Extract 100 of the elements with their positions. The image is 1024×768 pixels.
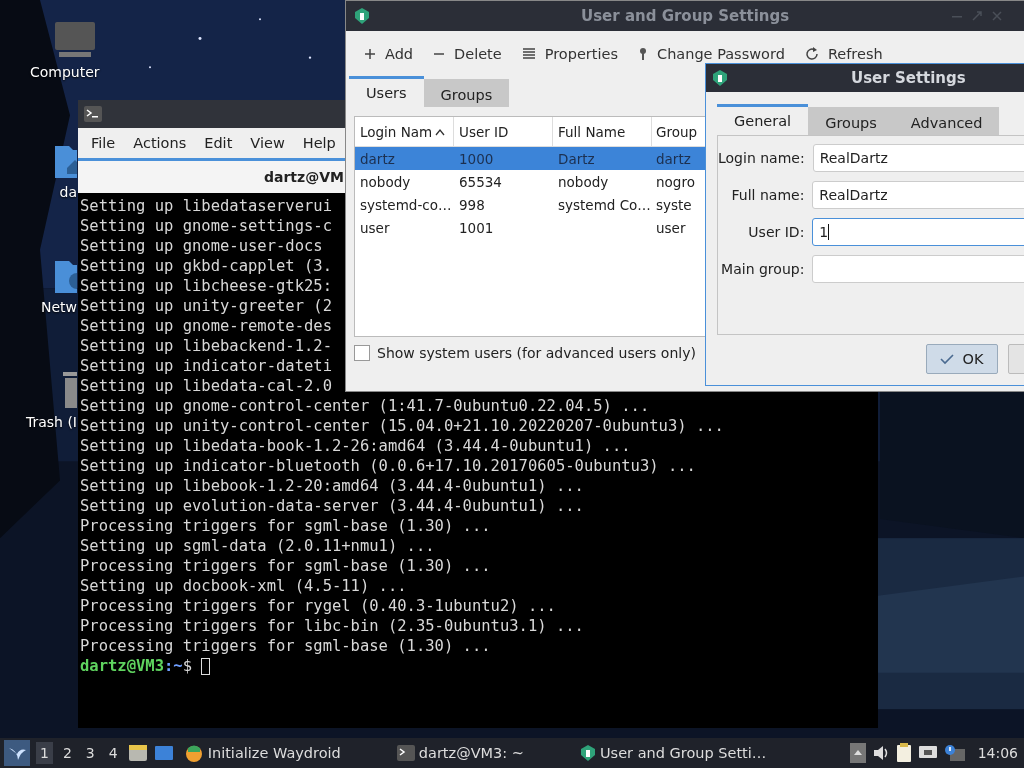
icon-label: da bbox=[59, 184, 77, 200]
prompt-path: :~ bbox=[164, 656, 183, 676]
app-icon bbox=[183, 743, 204, 763]
menu-item[interactable]: Help bbox=[293, 135, 345, 151]
table-row[interactable]: user 1001 user bbox=[355, 216, 707, 239]
column-header[interactable]: Group bbox=[652, 117, 707, 146]
menu-item[interactable]: File bbox=[82, 135, 125, 151]
ok-button[interactable]: OK bbox=[926, 344, 998, 374]
table-cell: 65534 bbox=[459, 173, 502, 190]
input-field[interactable]: 1 bbox=[812, 218, 1024, 246]
output-line: Setting up gnome-control-center (1:41.7-0ubuntu0.22.04.5) ... bbox=[80, 396, 650, 416]
output-line: Processing triggers for rygel (0.40.3-1ubuntu2) ... bbox=[80, 596, 556, 616]
input-field[interactable]: RealDartz bbox=[812, 144, 1024, 172]
menu-item[interactable]: Edit bbox=[195, 135, 242, 151]
icon-label: Computer bbox=[30, 64, 100, 80]
clock: 14:06 bbox=[977, 745, 1018, 761]
terminal-icon bbox=[396, 745, 415, 761]
output-line: Setting up gkbd-capplet (3. bbox=[80, 256, 332, 276]
output-line: Setting up gnome-remote-des bbox=[80, 316, 332, 336]
column-header[interactable]: Full Name bbox=[553, 117, 652, 146]
output-line: Setting up docbook-xml (4.5-11) ... bbox=[80, 576, 407, 596]
table-cell: dartz bbox=[360, 150, 395, 167]
table-cell: 998 bbox=[459, 196, 485, 213]
icon-label: Trash (I bbox=[25, 414, 77, 430]
output-line: Setting up libebackend-1.2- bbox=[80, 336, 332, 356]
icon-label: Netw bbox=[40, 299, 77, 315]
text-cursor bbox=[201, 657, 210, 675]
table-cell: Dartz bbox=[558, 150, 595, 167]
tab[interactable]: Groups bbox=[423, 79, 510, 107]
column-header[interactable]: Login Nam bbox=[355, 117, 454, 146]
table-cell: systemd-co… bbox=[360, 196, 452, 213]
output-line: Processing triggers for sgml-base (1.30) ... bbox=[80, 636, 491, 656]
output-line: Setting up indicator-dateti bbox=[80, 356, 332, 376]
output-line: Setting up evolution-data-server (3.44.4-0ubuntu1) ... bbox=[80, 496, 584, 516]
output-line: Processing triggers for sgml-base (1.30) ... bbox=[80, 516, 491, 536]
taskbar-button[interactable]: User and Group Setti… bbox=[575, 742, 771, 764]
workspace-button[interactable]: 2 bbox=[58, 742, 76, 764]
table-cell: 1000 bbox=[459, 150, 494, 167]
notification-icon[interactable] bbox=[943, 744, 966, 762]
volume-icon[interactable] bbox=[871, 745, 890, 761]
list-icon bbox=[521, 46, 536, 61]
output-line: Setting up unity-control-center (15.04.0+21.10.20220207-0ubuntu3) ... bbox=[80, 416, 724, 436]
field-label: Full name: bbox=[730, 187, 805, 203]
output-line: Setting up indicator-bluetooth (0.0.6+17.10.20170605-0ubuntu3) ... bbox=[80, 456, 696, 476]
prompt-user: dartz@VM3 bbox=[80, 656, 164, 676]
workspace-button[interactable]: 4 bbox=[104, 742, 122, 764]
field-label: Main group: bbox=[720, 261, 805, 277]
clipboard-icon[interactable] bbox=[895, 743, 912, 763]
toolbar-button[interactable]: Delete bbox=[425, 41, 510, 66]
key-icon bbox=[638, 46, 648, 61]
terminal-icon bbox=[84, 106, 102, 122]
window-title: User Settings bbox=[851, 69, 966, 87]
table-cell: 1001 bbox=[459, 219, 494, 236]
file-manager-icon[interactable] bbox=[127, 744, 148, 762]
refresh-icon bbox=[804, 46, 819, 61]
output-line: Setting up unity-greeter (2 bbox=[80, 296, 332, 316]
output-line: Setting up libcheese-gtk25: bbox=[80, 276, 332, 296]
toolbar-button[interactable]: Add bbox=[356, 41, 422, 66]
table-cell: user bbox=[360, 219, 390, 236]
output-line: Processing triggers for libc-bin (2.35-0ubuntu3.1) ... bbox=[80, 616, 584, 636]
table-row[interactable]: systemd-co… 998 systemd Co… syste bbox=[355, 193, 707, 216]
output-line: Setting up libebook-1.2-20:amd64 (3.44.4-0ubuntu1) ... bbox=[80, 476, 584, 496]
taskbar-button[interactable]: dartz@VM3: ~ bbox=[392, 743, 528, 763]
input-field[interactable] bbox=[812, 255, 1024, 283]
computer-icon[interactable] bbox=[53, 20, 97, 60]
tab[interactable]: Groups bbox=[808, 107, 894, 135]
table-cell: user bbox=[656, 219, 686, 236]
input-field[interactable]: RealDartz bbox=[812, 181, 1024, 209]
app-icon bbox=[354, 7, 370, 25]
workspace-button[interactable]: 3 bbox=[81, 742, 99, 764]
output-line: Setting up libedata-book-1.2-26:amd64 (3.44.4-0ubuntu1) ... bbox=[80, 436, 631, 456]
menu-item[interactable]: Actions bbox=[124, 135, 196, 151]
toolbar-button[interactable]: Change Password bbox=[630, 41, 793, 66]
window-icon[interactable] bbox=[153, 744, 174, 762]
table-cell: nobody bbox=[558, 173, 609, 190]
window-title: User and Group Settings bbox=[581, 7, 790, 25]
start-menu-icon[interactable] bbox=[4, 740, 30, 766]
workspace-button[interactable]: 1 bbox=[36, 742, 53, 764]
prompt-symbol: $ bbox=[182, 656, 192, 676]
table-cell: nogro bbox=[656, 173, 695, 190]
toolbar-button[interactable]: Properties bbox=[513, 41, 626, 66]
taskbar-button[interactable]: Initialize Waydroid bbox=[179, 741, 345, 765]
table-cell: syste bbox=[656, 196, 692, 213]
network-icon[interactable] bbox=[917, 745, 938, 761]
table-row[interactable]: nobody 65534 nobody nogro bbox=[355, 170, 707, 193]
output-line: Setting up sgml-data (2.0.11+nmu1) ... bbox=[80, 536, 435, 556]
output-line: Setting up libedataserverui bbox=[80, 196, 332, 216]
checkbox-label: Show system users (for advanced users only) bbox=[377, 345, 696, 361]
table-cell: systemd Co… bbox=[558, 196, 651, 213]
checkbox[interactable] bbox=[354, 345, 370, 361]
toolbar-button[interactable]: Refresh bbox=[796, 41, 891, 66]
output-line: Setting up gnome-settings-c bbox=[80, 216, 332, 236]
check-icon bbox=[940, 353, 955, 365]
table-cell: nobody bbox=[360, 173, 411, 190]
terminal-tab[interactable]: dartz@VM bbox=[264, 169, 344, 185]
tab[interactable]: Advanced bbox=[893, 107, 1000, 135]
column-header[interactable]: User ID bbox=[454, 117, 553, 146]
table-cell: dartz bbox=[656, 150, 691, 167]
output-line: Processing triggers for sgml-base (1.30) ... bbox=[80, 556, 491, 576]
menu-item[interactable]: View bbox=[241, 135, 294, 151]
